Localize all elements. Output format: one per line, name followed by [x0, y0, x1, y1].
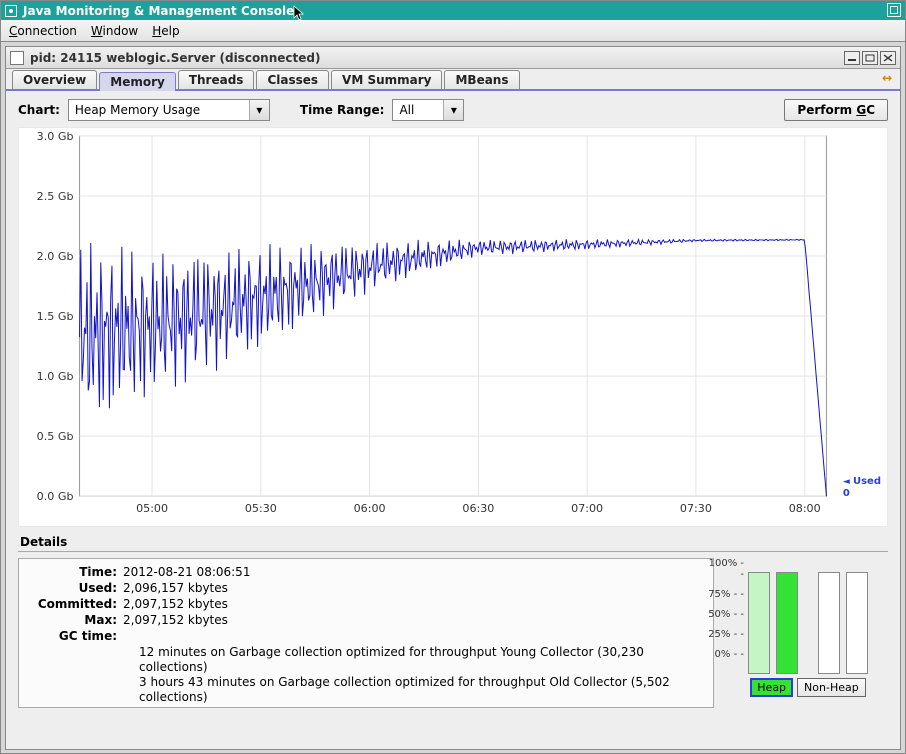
- details-row: Time: 2012-08-21 08:06:51 Used: 2,096,157 …: [18, 558, 888, 708]
- chart-dropdown[interactable]: Heap Memory Usage ▾: [68, 99, 270, 121]
- window-title: Java Monitoring & Management Console: [23, 4, 294, 18]
- inner-minimize-button[interactable]: [844, 51, 860, 65]
- inner-maximize-button[interactable]: [862, 51, 878, 65]
- max-value: 2,097,152 kbytes: [123, 613, 703, 627]
- tab-overview[interactable]: Overview: [12, 70, 97, 89]
- svg-text:05:30: 05:30: [245, 502, 277, 515]
- svg-text:1.0 Gb: 1.0 Gb: [37, 370, 74, 383]
- svg-text:05:00: 05:00: [136, 502, 168, 515]
- timerange-dropdown-value: All: [393, 103, 443, 117]
- nonheap-legend-button[interactable]: Non-Heap: [797, 678, 866, 697]
- tab-classes[interactable]: Classes: [256, 70, 329, 89]
- inner-window: pid: 24115 weblogic.Server (disconnected…: [5, 46, 901, 750]
- heap-bar-1[interactable]: [748, 572, 770, 674]
- inner-title-bar: pid: 24115 weblogic.Server (disconnected…: [6, 47, 900, 69]
- time-label: Time:: [29, 565, 117, 579]
- svg-text:06:30: 06:30: [462, 502, 494, 515]
- memory-bars-panel: 100% 75% 50% 25% 0%: [728, 558, 888, 708]
- timerange-label: Time Range:: [300, 103, 385, 117]
- menu-window[interactable]: Window: [91, 24, 138, 38]
- gctime-label: GC time:: [29, 629, 117, 643]
- series-label: Used0: [843, 476, 881, 499]
- time-value: 2012-08-21 08:06:51: [123, 565, 703, 579]
- svg-text:2.5 Gb: 2.5 Gb: [37, 190, 74, 203]
- tab-mbeans[interactable]: MBeans: [444, 70, 519, 89]
- heap-legend-button[interactable]: Heap: [750, 678, 793, 697]
- menu-help[interactable]: Help: [152, 24, 179, 38]
- inner-close-button[interactable]: [880, 51, 896, 65]
- system-menu-icon[interactable]: [5, 5, 17, 17]
- nonheap-bar-1[interactable]: [818, 572, 840, 674]
- committed-value: 2,097,152 kbytes: [123, 597, 703, 611]
- outer-title-bar: Java Monitoring & Management Console: [1, 1, 905, 20]
- svg-text:0.5 Gb: 0.5 Gb: [37, 430, 74, 443]
- chevron-down-icon: ▾: [443, 100, 463, 120]
- tab-memory[interactable]: Memory: [99, 72, 176, 91]
- mouse-cursor-icon: [293, 5, 307, 26]
- chevron-down-icon: ▾: [249, 100, 269, 120]
- svg-text:07:00: 07:00: [571, 502, 603, 515]
- inner-window-title: pid: 24115 weblogic.Server (disconnected…: [30, 51, 320, 65]
- svg-text:0.0 Gb: 0.0 Gb: [37, 490, 74, 503]
- svg-text:07:30: 07:30: [680, 502, 712, 515]
- gctime-line1: 12 minutes on Garbage collection optimiz…: [139, 645, 703, 675]
- svg-text:08:00: 08:00: [789, 502, 821, 515]
- chart-label: Chart:: [18, 103, 60, 117]
- svg-text:3.0 Gb: 3.0 Gb: [37, 130, 74, 143]
- tab-vm-summary[interactable]: VM Summary: [331, 70, 442, 89]
- used-value: 2,096,157 kbytes: [123, 581, 703, 595]
- svg-text:06:00: 06:00: [354, 502, 386, 515]
- gctime-line2: 3 hours 43 minutes on Garbage collection…: [139, 675, 703, 705]
- used-label: Used:: [29, 581, 117, 595]
- svg-text:2.0 Gb: 2.0 Gb: [37, 250, 74, 263]
- chart-dropdown-value: Heap Memory Usage: [69, 103, 249, 117]
- chart-toolbar: Chart: Heap Memory Usage ▾ Time Range: A…: [18, 99, 888, 121]
- svg-text:1.5 Gb: 1.5 Gb: [37, 310, 74, 323]
- committed-label: Committed:: [29, 597, 117, 611]
- timerange-dropdown[interactable]: All ▾: [392, 99, 464, 121]
- heap-chart[interactable]: 0.0 Gb 0.5 Gb 1.0 Gb 1.5 Gb 2.0 Gb 2.5 Gb 3.0 …: [18, 127, 888, 527]
- details-heading: Details: [18, 529, 888, 552]
- menu-connection[interactable]: Connection: [9, 24, 77, 38]
- document-icon: [10, 51, 24, 65]
- memory-content: Chart: Heap Memory Usage ▾ Time Range: A…: [6, 91, 900, 712]
- tab-threads[interactable]: Threads: [178, 70, 255, 89]
- perform-gc-button[interactable]: Perform GC: [784, 99, 888, 121]
- max-label: Max:: [29, 613, 117, 627]
- heap-bar-2[interactable]: [776, 572, 798, 674]
- details-box: Time: 2012-08-21 08:06:51 Used: 2,096,157 …: [18, 558, 714, 708]
- bidir-arrow-icon[interactable]: ↔: [882, 71, 892, 85]
- nonheap-bar-2[interactable]: [846, 572, 868, 674]
- tabs-row: Overview Memory Threads Classes VM Summa…: [6, 69, 900, 91]
- maximize-button[interactable]: [887, 3, 901, 17]
- menu-bar: Connection Window Help: [1, 20, 905, 42]
- bars-scale: 100% 75% 50% 25% 0%: [704, 558, 744, 660]
